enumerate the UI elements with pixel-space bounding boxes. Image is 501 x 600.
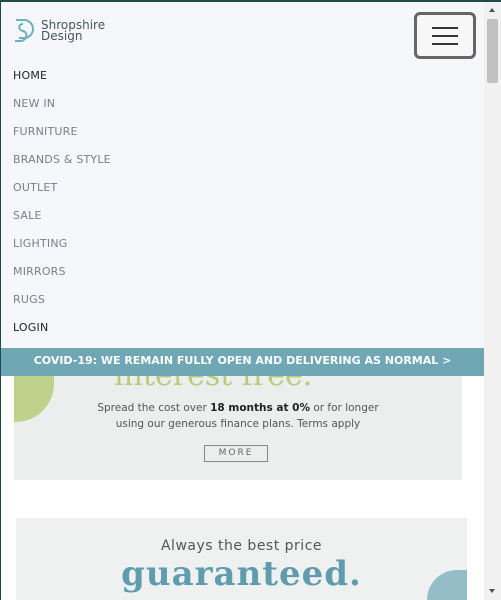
vertical-scrollbar[interactable] [484, 2, 501, 600]
arrow-up-icon [489, 8, 495, 12]
price-guarantee-subtitle: Always the best price [160, 538, 323, 554]
leaf-decoration [14, 376, 54, 422]
brand-name-line2: Design [41, 29, 83, 43]
finance-line1-bold: 18 months at 0% [210, 402, 310, 414]
logo-s-icon [15, 19, 34, 42]
finance-more-button[interactable]: MORE [204, 445, 268, 462]
nav-item-new-in[interactable]: NEW IN [13, 94, 111, 122]
hamburger-icon [432, 43, 458, 45]
nav-item-furniture[interactable]: FURNITURE [13, 122, 111, 150]
finance-line1-post: or for longer [310, 402, 379, 414]
scroll-thumb[interactable] [487, 19, 498, 83]
mobile-menu-panel: Shropshire Design HOME NEW IN FURNITURE … [1, 2, 484, 348]
hamburger-icon [432, 35, 458, 37]
price-guarantee-banner[interactable]: Always the best price guaranteed. [16, 518, 467, 600]
nav-item-login[interactable]: LOGIN [13, 318, 111, 346]
arrow-down-icon [489, 589, 495, 593]
finance-promo-banner[interactable]: interest free. Spread the cost over 18 m… [14, 376, 462, 480]
nav-item-rugs[interactable]: RUGS [13, 290, 111, 318]
brand-logo[interactable]: Shropshire Design [13, 18, 105, 44]
nav-item-home[interactable]: HOME [13, 66, 111, 94]
scroll-up-button[interactable] [484, 2, 501, 19]
nav-item-outlet[interactable]: OUTLET [13, 178, 111, 206]
nav-item-lighting[interactable]: LIGHTING [13, 234, 111, 262]
covid-notice-banner[interactable]: COVID-19: WE REMAIN FULLY OPEN AND DELIV… [1, 348, 484, 376]
finance-line1-pre: Spread the cost over [97, 402, 211, 414]
brand-name: Shropshire Design [41, 19, 105, 43]
finance-promo-line1: Spread the cost over 18 months at 0% or … [14, 402, 462, 414]
menu-toggle-button[interactable] [414, 12, 476, 59]
nav-item-brands-style[interactable]: BRANDS & STYLE [13, 150, 111, 178]
nav-item-sale[interactable]: SALE [13, 206, 111, 234]
finance-promo-title: interest free. [114, 376, 414, 393]
nav-item-mirrors[interactable]: MIRRORS [13, 262, 111, 290]
scroll-down-button[interactable] [484, 583, 501, 600]
price-guarantee-title: guaranteed. [121, 554, 362, 594]
finance-promo-line2: using our generous finance plans. Terms … [115, 418, 361, 430]
main-nav: HOME NEW IN FURNITURE BRANDS & STYLE OUT… [13, 66, 111, 346]
hamburger-icon [432, 27, 458, 29]
